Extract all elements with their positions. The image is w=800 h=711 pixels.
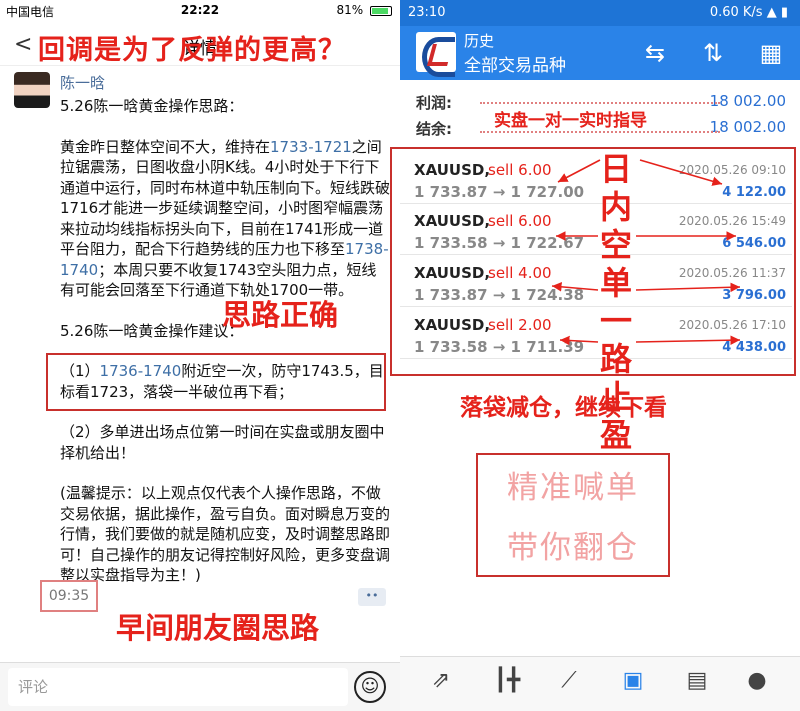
suggestion-2: （2）多单进出场点位第一时间在实盘或朋友圈中择机给出！ [60,423,385,462]
post-analysis: 黄金昨日整体空间不大，维持在1733-1721之间拉锯震荡，日图收盘小阴K线。4… [60,137,390,301]
author-name[interactable]: 陈一晗 [60,72,105,93]
balance-value: 18 002.00 [709,118,786,136]
vertical-char: 内 [599,188,632,226]
left-panel: 中国电信 22:22 81% < 详情 回调是为了反弹的更高？ 陈一晗 5.26… [0,0,400,711]
app-logo-icon [416,32,456,77]
post-time: 09:35 [40,580,98,612]
battery-icon [370,5,392,16]
overlay-title: 回调是为了反弹的更高？ [38,35,346,66]
vertical-char: 空 [599,226,632,264]
vertical-char: 一 [599,302,632,340]
balance-label: 结余: [416,120,452,138]
network-speed: 0.60 K/s ▲ ▮ [709,5,788,20]
battery-indicator: 81% [336,3,392,17]
emoji-icon[interactable]: ☺ [354,671,386,703]
dotted-underline [480,102,720,104]
overlay-guidance: 实盘一对一实时指导 [494,111,647,131]
suggestion-highlight-box [46,353,386,411]
symbol-filter-icon[interactable]: ⇆ [640,39,670,67]
vertical-char: 日 [599,150,632,188]
quotes-icon[interactable]: ⇗ [424,668,458,698]
overlay-reduce-position: 落袋减仓，继续下看 [460,395,667,421]
overlay-morning: 早间朋友圈思路 [116,611,320,645]
overlay-correct: 思路正确 [222,298,339,332]
more-button[interactable]: •• [358,588,386,606]
ios-status-bar: 中国电信 22:22 81% [0,0,400,20]
chat-icon[interactable]: ● [740,668,774,698]
profit-label: 利润: [416,94,452,112]
promo-line-1: 精准喊单 [507,470,639,506]
dotted-underline [480,131,720,133]
tip-text: (温馨提示：以上观点仅代表个人操作思路，不做交易依据，据此操作，盈亏自负。面对瞬… [60,484,391,584]
history-inbox-icon[interactable]: ▣ [616,668,650,698]
battery-percent: 81% [336,3,364,17]
vertical-char: 路 [599,340,632,378]
status-time: 23:10 [408,5,446,20]
speed-label: 0.60 K/s [709,5,763,20]
vertical-char: 单 [599,264,632,302]
post-body: 5.26陈一晗黄金操作思路： 黄金昨日整体空间不大，维持在1733-1721之间… [60,96,390,606]
sort-icon[interactable]: ⇅ [698,39,728,67]
header-subtitle[interactable]: 全部交易品种 [464,51,566,76]
profit-value: 18 002.00 [709,92,786,110]
chart-candles-icon[interactable]: ┃╋ [490,668,524,698]
analysis-range-1: 1733-1721 [270,137,352,156]
news-icon[interactable]: ▤ [680,668,714,698]
app-header: 历史 全部交易品种 ⇆ ⇅ ▦ [400,26,800,80]
header-title: 历史 [464,32,495,50]
promo-line-2: 带你翻仓 [507,530,639,566]
android-status-bar: 23:10 0.60 K/s ▲ ▮ [400,0,800,26]
trend-chart-icon[interactable]: ⟋ [552,668,586,698]
avatar[interactable] [14,72,50,108]
analysis-text-a: 黄金昨日整体空间不大，维持在 [60,137,271,156]
post-heading: 5.26陈一晗黄金操作思路： [60,97,244,115]
trades-highlight-box [390,147,796,376]
calendar-icon[interactable]: ▦ [756,39,786,67]
comment-input[interactable]: 评论 [8,668,348,706]
